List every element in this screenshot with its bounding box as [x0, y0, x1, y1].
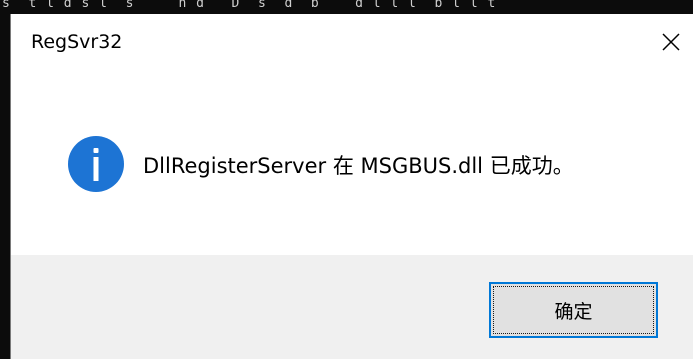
- dialog-titlebar[interactable]: RegSvr32: [11, 14, 693, 72]
- dialog-content: DllRegisterServer 在 MSGBUS.dll 已成功。: [11, 72, 693, 255]
- close-icon: [662, 33, 680, 51]
- console-text: s t l d s l s n d D s d b d l l l b l l …: [2, 0, 497, 11]
- ok-button[interactable]: 确定: [489, 282, 658, 338]
- info-icon: [68, 136, 124, 192]
- dialog-footer: 确定: [11, 255, 693, 359]
- ok-button-label: 确定: [554, 300, 593, 323]
- console-background-left: [0, 14, 10, 359]
- console-background: s t l d s l s n d D s d b d l l l b l l …: [0, 0, 693, 14]
- dialog-title: RegSvr32: [31, 31, 123, 53]
- dialog-message: DllRegisterServer 在 MSGBUS.dll 已成功。: [143, 154, 574, 178]
- close-button[interactable]: [649, 22, 693, 62]
- message-dialog: RegSvr32 DllRegisterServer 在 MSGBUS.dll …: [10, 14, 693, 359]
